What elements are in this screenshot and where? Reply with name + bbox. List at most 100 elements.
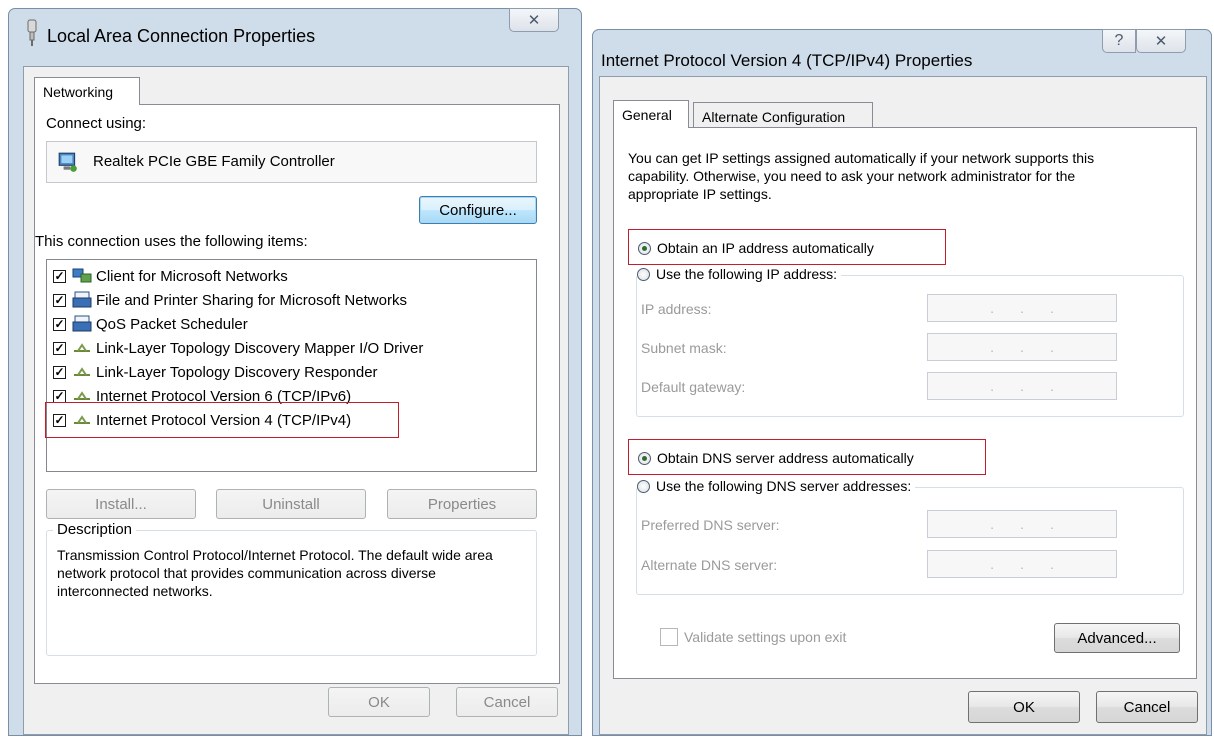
tab-networking[interactable]: Networking bbox=[34, 77, 140, 105]
adapter-name: Realtek PCIe GBE Family Controller bbox=[93, 153, 335, 170]
ip-separator: . bbox=[1049, 378, 1054, 394]
list-item[interactable]: ✓ QoS Packet Scheduler bbox=[53, 312, 248, 336]
intro-text: You can get IP settings assigned automat… bbox=[628, 150, 1095, 202]
ip-separator: . bbox=[1020, 556, 1024, 572]
ip-separator: . bbox=[1020, 300, 1024, 316]
connect-using-label: Connect using: bbox=[46, 115, 147, 132]
obtain-dns-auto-radio[interactable]: Obtain DNS server address automatically bbox=[638, 450, 914, 466]
default-gateway-field[interactable]: ... bbox=[927, 372, 1117, 400]
protocol-icon bbox=[72, 363, 92, 381]
use-following-ip-radio[interactable]: Use the following IP address: bbox=[637, 266, 842, 282]
description-legend: Description bbox=[53, 521, 137, 538]
radio-indicator bbox=[638, 241, 651, 255]
list-item-label: QoS Packet Scheduler bbox=[96, 315, 248, 333]
checkbox[interactable]: ✓ bbox=[53, 389, 66, 403]
network-adapter-icon bbox=[27, 19, 37, 46]
list-item-label: File and Printer Sharing for Microsoft N… bbox=[96, 291, 407, 309]
general-panel: You can get IP settings assigned automat… bbox=[613, 127, 1197, 679]
protocol-icon bbox=[72, 339, 92, 357]
preferred-dns-field[interactable]: ... bbox=[927, 510, 1117, 538]
checkbox[interactable]: ✓ bbox=[53, 269, 66, 283]
cancel-button[interactable]: Cancel bbox=[1096, 691, 1198, 723]
adapter-icon bbox=[58, 152, 77, 172]
preferred-dns-label: Preferred DNS server: bbox=[641, 517, 780, 533]
close-icon: ✕ bbox=[1154, 33, 1168, 50]
list-item[interactable]: ✓ File and Printer Sharing for Microsoft … bbox=[53, 288, 407, 312]
highlight-ipv4-item bbox=[45, 402, 399, 438]
checkbox[interactable]: ✓ bbox=[53, 293, 66, 307]
list-item[interactable]: ✓ Link-Layer Topology Discovery Responder bbox=[53, 360, 378, 384]
list-item-label: Client for Microsoft Networks bbox=[96, 267, 288, 285]
validate-settings-checkbox[interactable]: Validate settings upon exit bbox=[660, 628, 846, 646]
list-item-label: Link-Layer Topology Discovery Responder bbox=[96, 363, 378, 381]
tab-general[interactable]: General bbox=[613, 100, 689, 128]
radio-indicator bbox=[637, 479, 650, 493]
ip-separator: . bbox=[990, 556, 995, 572]
ip-separator: . bbox=[1049, 339, 1054, 355]
uninstall-button[interactable]: Uninstall bbox=[216, 489, 366, 519]
window-title: Internet Protocol Version 4 (TCP/IPv4) P… bbox=[601, 51, 973, 70]
help-button[interactable]: ? bbox=[1102, 29, 1136, 53]
subnet-mask-field[interactable]: ... bbox=[927, 333, 1117, 361]
install-button[interactable]: Install... bbox=[46, 489, 196, 519]
ip-address-label: IP address: bbox=[641, 301, 712, 317]
list-item-label: Link-Layer Topology Discovery Mapper I/O… bbox=[96, 339, 424, 357]
checkbox[interactable]: ✓ bbox=[53, 341, 66, 355]
close-icon: ✕ bbox=[527, 12, 541, 29]
checkbox[interactable]: ✓ bbox=[53, 365, 66, 379]
ok-button[interactable]: OK bbox=[328, 687, 430, 717]
static-dns-group: Use the following DNS server addresses: … bbox=[636, 478, 1184, 595]
ok-button[interactable]: OK bbox=[968, 691, 1080, 723]
qos-icon bbox=[72, 315, 92, 333]
client-area: Networking Connect using: Realtek PCIe G… bbox=[23, 66, 569, 735]
items-label: This connection uses the following items… bbox=[35, 233, 308, 250]
radio-indicator bbox=[638, 451, 651, 465]
static-ip-group: Use the following IP address: IP address… bbox=[636, 266, 1184, 417]
close-button[interactable]: ✕ bbox=[509, 8, 559, 32]
description-text: Transmission Control Protocol/Internet P… bbox=[57, 547, 493, 599]
ip-separator: . bbox=[1020, 516, 1024, 532]
ip-separator: . bbox=[1049, 300, 1054, 316]
help-icon: ? bbox=[1114, 32, 1124, 49]
radio-indicator bbox=[637, 267, 650, 281]
use-following-dns-radio[interactable]: Use the following DNS server addresses: bbox=[637, 478, 916, 494]
ip-separator: . bbox=[1049, 516, 1054, 532]
components-list[interactable]: ✓ Client for Microsoft Networks ✓ File and … bbox=[45, 259, 537, 472]
checkbox-indicator bbox=[660, 628, 678, 646]
list-item[interactable]: ✓ Client for Microsoft Networks bbox=[53, 264, 288, 288]
adapter-box: Realtek PCIe GBE Family Controller bbox=[46, 141, 537, 183]
ip-separator: . bbox=[990, 516, 995, 532]
lan-properties-window: Local Area Connection Properties ✕ Netwo… bbox=[8, 8, 582, 736]
description-group: Description Transmission Control Protoco… bbox=[46, 521, 537, 656]
configure-button[interactable]: Configure... bbox=[419, 196, 537, 224]
use-following-ip-label: Use the following IP address: bbox=[656, 266, 838, 282]
obtain-ip-auto-radio[interactable]: Obtain an IP address automatically bbox=[638, 240, 874, 256]
network-client-icon bbox=[72, 267, 92, 285]
obtain-ip-auto-label: Obtain an IP address automatically bbox=[657, 240, 874, 256]
printer-sharing-icon bbox=[72, 291, 92, 309]
checkbox[interactable]: ✓ bbox=[53, 317, 66, 331]
obtain-dns-auto-label: Obtain DNS server address automatically bbox=[657, 450, 914, 466]
validate-settings-label: Validate settings upon exit bbox=[684, 629, 847, 645]
ip-separator: . bbox=[990, 339, 995, 355]
cancel-button[interactable]: Cancel bbox=[456, 687, 558, 717]
networking-panel: Connect using: Realtek PCIe GBE Family C… bbox=[34, 104, 560, 684]
ip-separator: . bbox=[990, 300, 995, 316]
ip-separator: . bbox=[990, 378, 995, 394]
default-gateway-label: Default gateway: bbox=[641, 379, 746, 395]
ip-address-field[interactable]: ... bbox=[927, 294, 1117, 322]
alternate-dns-label: Alternate DNS server: bbox=[641, 557, 778, 573]
list-item[interactable]: ✓ Link-Layer Topology Discovery Mapper I/… bbox=[53, 336, 423, 360]
ip-separator: . bbox=[1049, 556, 1054, 572]
window-title: Local Area Connection Properties bbox=[47, 26, 316, 46]
close-button[interactable]: ✕ bbox=[1136, 29, 1186, 53]
ip-separator: . bbox=[1020, 378, 1024, 394]
properties-button[interactable]: Properties bbox=[387, 489, 537, 519]
client-area: General Alternate Configuration You can … bbox=[599, 76, 1207, 735]
subnet-mask-label: Subnet mask: bbox=[641, 340, 727, 356]
tab-alternate-configuration[interactable]: Alternate Configuration bbox=[693, 102, 873, 128]
advanced-button[interactable]: Advanced... bbox=[1054, 623, 1180, 653]
alternate-dns-field[interactable]: ... bbox=[927, 550, 1117, 578]
ipv4-properties-window: Internet Protocol Version 4 (TCP/IPv4) P… bbox=[592, 29, 1212, 736]
ip-separator: . bbox=[1020, 339, 1024, 355]
